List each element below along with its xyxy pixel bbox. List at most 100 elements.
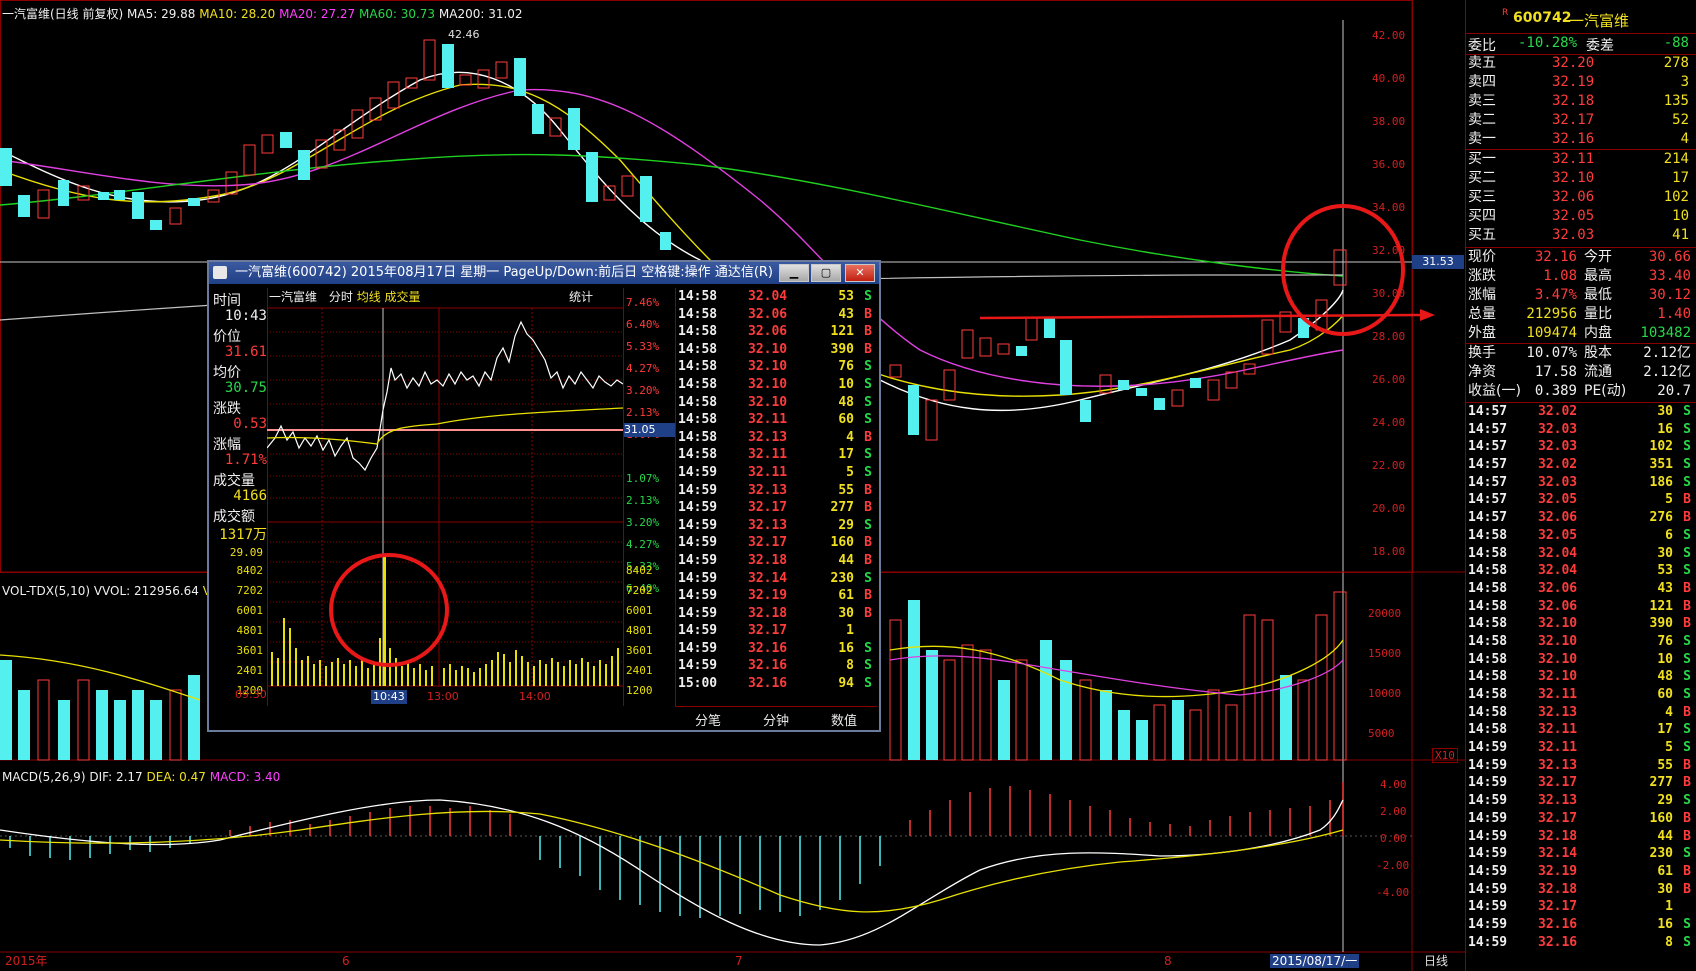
- tick-row: 14:59 32.19 61 B: [1466, 863, 1696, 881]
- order-price: 32.03: [1552, 227, 1595, 243]
- stat-value: 10.07%: [1526, 345, 1577, 361]
- tick-price: 32.11: [1538, 740, 1578, 756]
- tick-price: 32.11: [748, 447, 788, 463]
- popup-tick-list[interactable]: 14:58 32.04 53 S 14:58 32.06 43 B 14:58 32.06 121 B…: [675, 288, 878, 706]
- tick-direction: S: [1683, 527, 1691, 543]
- pct-axis-label: 3.20%: [626, 384, 660, 397]
- minimize-button[interactable]: ▁: [779, 264, 809, 282]
- order-volume: 52: [1672, 112, 1689, 128]
- tick-price: 32.05: [1538, 527, 1578, 543]
- tick-list[interactable]: 14:57 32.02 30 S 14:57 32.03 16 S 14:57 32.03 102 S…: [1466, 402, 1696, 951]
- volume-legend-text: VOL-TDX(5,10) VVOL: 212956.64: [2, 584, 199, 598]
- tick-price: 32.19: [748, 588, 788, 604]
- tick-row: 14:59 32.13 55 B: [676, 482, 878, 500]
- order-level-label: 买三: [1468, 189, 1496, 205]
- tick-price: 32.17: [748, 535, 788, 551]
- order-level-label: 卖四: [1468, 74, 1496, 90]
- tick-row: 14:58 32.10 48 S: [676, 394, 878, 412]
- order-row[interactable]: 卖一 32.16 4: [1466, 130, 1696, 149]
- stat-value: 32.16: [1534, 249, 1577, 265]
- tick-direction: S: [1683, 722, 1691, 738]
- webi-value: -10.28%: [1518, 35, 1578, 51]
- order-price: 32.16: [1552, 131, 1595, 147]
- tab-values[interactable]: 数值: [811, 710, 877, 729]
- order-volume: 4: [1680, 131, 1689, 147]
- order-row[interactable]: 卖五 32.20 278: [1466, 54, 1696, 73]
- order-row[interactable]: 买三 32.06 102: [1466, 188, 1696, 207]
- intraday-chart[interactable]: 一汽富维 分时 均线 成交量 统计 10:43 13:00 14:00: [267, 288, 623, 706]
- popup-volume-axis-label: 2401: [236, 664, 264, 677]
- stats2-list: 换手 10.07% 股本 2.12亿 净资 17.58 流通 2.12亿 收益(一) 0.389 P…: [1466, 344, 1696, 401]
- tick-row: 14:58 32.10 76 S: [1466, 633, 1696, 651]
- tick-direction: S: [864, 376, 872, 392]
- tick-price: 32.17: [748, 623, 788, 639]
- avg-label: 均价: [213, 365, 241, 381]
- tick-time: 14:58: [678, 341, 718, 357]
- tick-row: 14:58 32.10 48 S: [1466, 668, 1696, 686]
- tick-volume: 276: [1649, 510, 1673, 526]
- pct-label: 涨幅: [213, 437, 241, 453]
- stat-row: 换手 10.07% 股本 2.12亿: [1466, 344, 1696, 363]
- macd-value: MACD: 3.40: [209, 770, 281, 784]
- quote-ticks: 14:57 32.02 30 S 14:57 32.03 16 S 14:57 32.03 102 S…: [1466, 403, 1696, 951]
- popup-ticks: 14:58 32.04 53 S 14:58 32.06 43 B 14:58 32.06 121 B…: [676, 288, 878, 693]
- order-row[interactable]: 买四 32.05 10: [1466, 207, 1696, 226]
- tick-direction: S: [864, 570, 872, 586]
- intraday-popup-window[interactable]: 一汽富维(600742) 2015年08月17日 星期一 PageUp/Down…: [207, 260, 881, 732]
- tick-price: 32.06: [748, 324, 788, 340]
- stat-row: 涨幅 3.47% 最低 30.12: [1466, 286, 1696, 305]
- tick-row: 14:59 32.18 30 B: [676, 605, 878, 623]
- tick-direction: B: [1683, 828, 1691, 844]
- popup-volume-axis-label: 7202: [626, 584, 653, 597]
- pct-value: 1.71%: [224, 452, 267, 468]
- tick-row: 14:58 32.04 53 S: [1466, 562, 1696, 580]
- tick-direction: B: [1683, 598, 1691, 614]
- order-row[interactable]: 卖四 32.19 3: [1466, 73, 1696, 92]
- tick-time: 14:59: [678, 640, 718, 656]
- chg-value: 0.53: [233, 416, 267, 432]
- popup-tabs: 分笔 分钟 数值: [675, 706, 877, 729]
- stat-value: 3.47%: [1534, 287, 1577, 303]
- popup-titlebar[interactable]: 一汽富维(600742) 2015年08月17日 星期一 PageUp/Down…: [209, 262, 879, 284]
- tab-minutes[interactable]: 分钟: [743, 710, 809, 729]
- tick-direction: S: [1683, 916, 1691, 932]
- price-axis-label: 36.00: [1372, 158, 1406, 171]
- stat-label: 现价: [1468, 249, 1496, 265]
- stats-list: 现价 32.16 今开 30.66 涨跌 1.08 最高 33.40 涨幅 3.47% 最低 30.1…: [1466, 248, 1696, 343]
- tick-time: 14:58: [1468, 527, 1508, 543]
- tick-direction: B: [1683, 616, 1691, 632]
- tick-row: 14:59 32.19 61 B: [676, 587, 878, 605]
- stat-label: 涨幅: [1468, 287, 1496, 303]
- tick-direction: B: [1683, 863, 1691, 879]
- tick-volume: 44: [838, 552, 854, 568]
- date-axis-month: 7: [735, 954, 743, 968]
- tick-direction: S: [864, 412, 872, 428]
- period-label[interactable]: 日线: [1424, 954, 1448, 968]
- stat-value: 0.389: [1534, 383, 1577, 399]
- tick-time: 14:59: [1468, 934, 1508, 950]
- tick-volume: 16: [1657, 421, 1673, 437]
- order-row[interactable]: 买一 32.11 214: [1466, 150, 1696, 169]
- order-row[interactable]: 买五 32.03 41: [1466, 226, 1696, 245]
- macd-bars-group: [9, 782, 1344, 918]
- close-button[interactable]: ✕: [845, 264, 875, 282]
- order-row[interactable]: 买二 32.10 17: [1466, 169, 1696, 188]
- order-level-label: 卖二: [1468, 112, 1496, 128]
- tick-time: 14:59: [678, 517, 718, 533]
- pct-axis-label: 4.27%: [626, 362, 660, 375]
- maximize-button[interactable]: ▢: [811, 264, 841, 282]
- quote-panel: R 600742 一汽富维 委比 -10.28% 委差 -88 卖五 32.20 2…: [1465, 0, 1696, 971]
- order-row[interactable]: 卖三 32.18 135: [1466, 92, 1696, 111]
- tab-ticks[interactable]: 分笔: [675, 710, 741, 729]
- tick-direction: S: [1683, 740, 1691, 756]
- tick-row: 14:58 32.11 60 S: [1466, 686, 1696, 704]
- tick-volume: 55: [1657, 757, 1673, 773]
- tick-direction: B: [864, 306, 872, 322]
- tick-price: 32.10: [1538, 669, 1578, 685]
- tick-volume: 53: [838, 289, 854, 304]
- webi-label: 委比: [1468, 38, 1496, 54]
- order-row[interactable]: 卖二 32.17 52: [1466, 111, 1696, 130]
- tick-time: 14:59: [678, 552, 718, 568]
- tick-time: 14:57: [1468, 439, 1508, 455]
- tick-direction: B: [1683, 510, 1691, 526]
